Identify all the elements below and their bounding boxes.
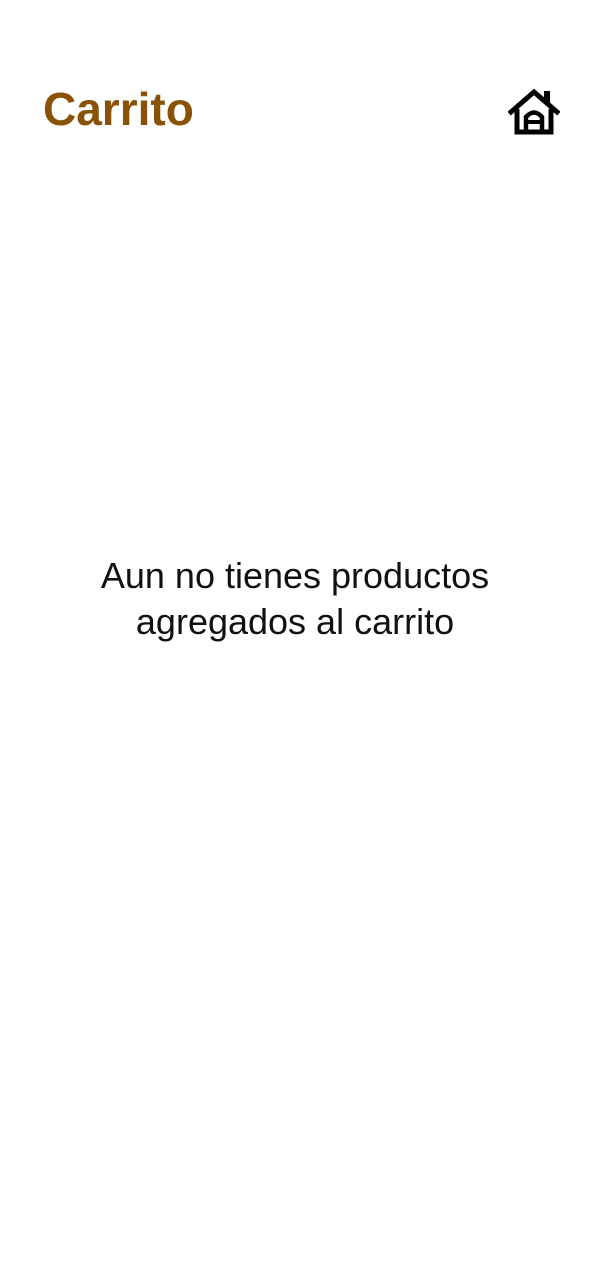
home-icon — [508, 88, 560, 136]
empty-cart-message-line1: Aun no tienes productos — [100, 555, 490, 596]
home-button[interactable] — [506, 86, 562, 138]
header: Carrito — [0, 0, 590, 200]
page-title: Carrito — [43, 83, 194, 135]
empty-cart-message-line2: agregados al carrito — [135, 601, 455, 642]
empty-cart-message: Aun no tienes productos agregados al car… — [0, 553, 590, 645]
